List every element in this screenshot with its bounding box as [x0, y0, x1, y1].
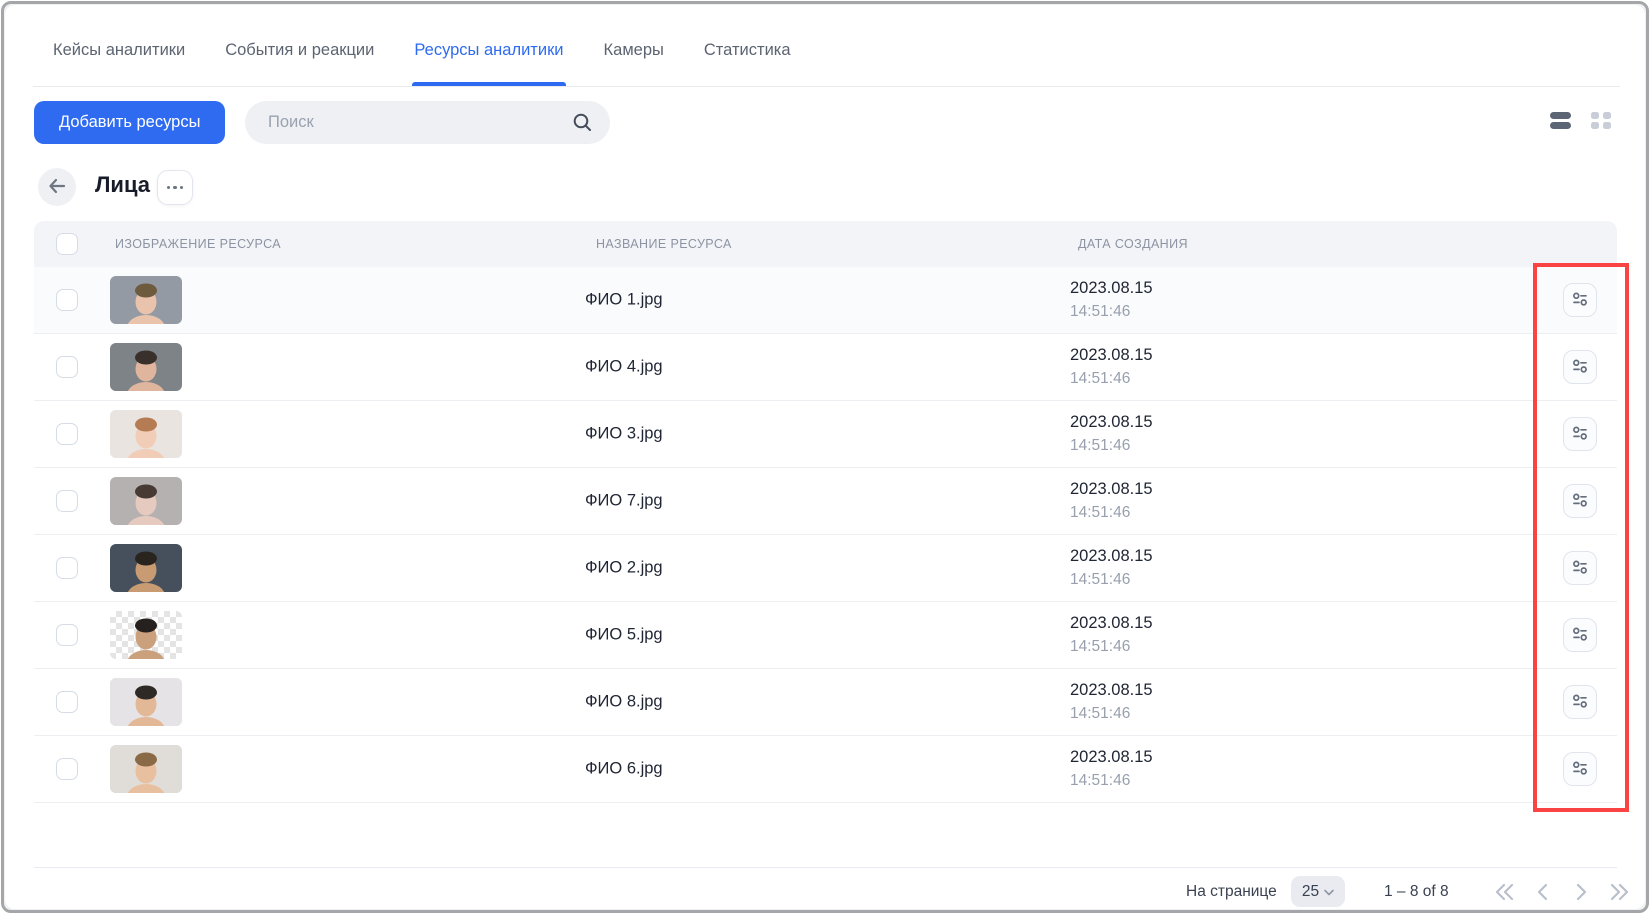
- resource-date: 2023.08.15: [1070, 547, 1153, 565]
- resource-time: 14:51:46: [1070, 571, 1130, 588]
- resource-name: ФИО 7.jpg: [585, 492, 663, 511]
- annotation-rectangle: [1533, 263, 1629, 812]
- tab-bar: Кейсы аналитики События и реакции Ресурсы …: [53, 40, 791, 60]
- table-row: ФИО 7.jpg 2023.08.15 14:51:46: [34, 468, 1617, 535]
- grid-view-icon[interactable]: [1591, 112, 1611, 129]
- tab-analytics-cases[interactable]: Кейсы аналитики: [53, 40, 185, 60]
- arrow-left-icon: [46, 175, 68, 200]
- row-checkbox[interactable]: [56, 423, 78, 445]
- resource-time: 14:51:46: [1070, 638, 1130, 655]
- resource-name: ФИО 5.jpg: [585, 626, 663, 645]
- resource-date: 2023.08.15: [1070, 681, 1153, 699]
- resource-thumbnail: [110, 678, 182, 726]
- resources-table: ИЗОБРАЖЕНИЕ РЕСУРСА НАЗВАНИЕ РЕСУРСА ДАТ…: [34, 221, 1617, 803]
- tab-statistics[interactable]: Статистика: [704, 40, 791, 60]
- resource-thumbnail: [110, 745, 182, 793]
- row-checkbox[interactable]: [56, 691, 78, 713]
- resource-time: 14:51:46: [1070, 303, 1130, 320]
- per-page-label: На странице: [1186, 883, 1277, 901]
- chevron-left-icon: [1536, 882, 1550, 902]
- column-header-date: ДАТА СОЗДАНИЯ: [1078, 237, 1188, 251]
- tab-cameras[interactable]: Камеры: [604, 40, 664, 60]
- chevron-right-icon: [1574, 882, 1588, 902]
- pagination-range: 1 – 8 of 8: [1384, 883, 1449, 901]
- resource-created: 2023.08.15 14:51:46: [1070, 612, 1153, 658]
- column-header-image: ИЗОБРАЖЕНИЕ РЕСУРСА: [115, 237, 281, 251]
- first-page-button[interactable]: [1490, 877, 1520, 907]
- search-icon[interactable]: [572, 112, 593, 138]
- footer-divider: [34, 867, 1617, 868]
- resource-date: 2023.08.15: [1070, 346, 1153, 364]
- previous-page-button[interactable]: [1528, 877, 1558, 907]
- resource-date: 2023.08.15: [1070, 279, 1153, 297]
- resource-name: ФИО 6.jpg: [585, 760, 663, 779]
- resource-date: 2023.08.15: [1070, 748, 1153, 766]
- table-row: ФИО 4.jpg 2023.08.15 14:51:46: [34, 334, 1617, 401]
- per-page-select[interactable]: 25: [1291, 876, 1345, 907]
- double-chevron-left-icon: [1494, 882, 1516, 902]
- back-button[interactable]: [38, 168, 76, 206]
- resource-thumbnail: [110, 611, 182, 659]
- row-checkbox[interactable]: [56, 557, 78, 579]
- pagination-controls: [1490, 877, 1634, 907]
- resource-date: 2023.08.15: [1070, 480, 1153, 498]
- last-page-button[interactable]: [1604, 877, 1634, 907]
- resource-time: 14:51:46: [1070, 504, 1130, 521]
- resource-time: 14:51:46: [1070, 772, 1130, 789]
- resource-thumbnail: [110, 276, 182, 324]
- column-header-name: НАЗВАНИЕ РЕСУРСА: [596, 237, 732, 251]
- resource-thumbnail: [110, 343, 182, 391]
- table-row: ФИО 3.jpg 2023.08.15 14:51:46: [34, 401, 1617, 468]
- table-row: ФИО 2.jpg 2023.08.15 14:51:46: [34, 535, 1617, 602]
- add-resources-button[interactable]: Добавить ресурсы: [34, 101, 225, 144]
- row-checkbox[interactable]: [56, 490, 78, 512]
- row-checkbox[interactable]: [56, 758, 78, 780]
- next-page-button[interactable]: [1566, 877, 1596, 907]
- view-mode-toggles: [1550, 112, 1611, 129]
- resource-created: 2023.08.15 14:51:46: [1070, 344, 1153, 390]
- resource-created: 2023.08.15 14:51:46: [1070, 478, 1153, 524]
- resource-date: 2023.08.15: [1070, 413, 1153, 431]
- resource-name: ФИО 4.jpg: [585, 358, 663, 377]
- ellipsis-icon: [167, 186, 184, 190]
- page-title: Лица: [95, 172, 150, 198]
- row-checkbox[interactable]: [56, 624, 78, 646]
- table-row: ФИО 6.jpg 2023.08.15 14:51:46: [34, 736, 1617, 803]
- row-checkbox[interactable]: [56, 289, 78, 311]
- table-body: ФИО 1.jpg 2023.08.15 14:51:46 ФИО 4.jpg …: [34, 267, 1617, 803]
- chevron-down-icon: [1324, 883, 1334, 901]
- table-row: ФИО 1.jpg 2023.08.15 14:51:46: [34, 267, 1617, 334]
- row-checkbox[interactable]: [56, 356, 78, 378]
- resource-thumbnail: [110, 410, 182, 458]
- tab-bar-divider: [33, 86, 1620, 87]
- app-window: Кейсы аналитики События и реакции Ресурсы …: [0, 0, 1650, 914]
- double-chevron-right-icon: [1608, 882, 1630, 902]
- resource-name: ФИО 2.jpg: [585, 559, 663, 578]
- select-all-checkbox[interactable]: [56, 233, 78, 255]
- search-input[interactable]: [245, 101, 610, 144]
- resource-thumbnail: [110, 477, 182, 525]
- resource-name: ФИО 1.jpg: [585, 291, 663, 310]
- list-view-icon[interactable]: [1550, 112, 1571, 129]
- more-actions-button[interactable]: [157, 170, 193, 205]
- resource-name: ФИО 8.jpg: [585, 693, 663, 712]
- search-field: [245, 101, 610, 144]
- tab-analytics-resources[interactable]: Ресурсы аналитики: [414, 40, 563, 60]
- table-row: ФИО 8.jpg 2023.08.15 14:51:46: [34, 669, 1617, 736]
- resource-created: 2023.08.15 14:51:46: [1070, 679, 1153, 725]
- resource-created: 2023.08.15 14:51:46: [1070, 277, 1153, 323]
- per-page-value: 25: [1302, 883, 1319, 901]
- resource-date: 2023.08.15: [1070, 614, 1153, 632]
- table-row: ФИО 5.jpg 2023.08.15 14:51:46: [34, 602, 1617, 669]
- resource-thumbnail: [110, 544, 182, 592]
- tab-events-reactions[interactable]: События и реакции: [225, 40, 374, 60]
- resource-created: 2023.08.15 14:51:46: [1070, 411, 1153, 457]
- resource-name: ФИО 3.jpg: [585, 425, 663, 444]
- table-header-row: ИЗОБРАЖЕНИЕ РЕСУРСА НАЗВАНИЕ РЕСУРСА ДАТ…: [34, 221, 1617, 267]
- resource-time: 14:51:46: [1070, 370, 1130, 387]
- resource-time: 14:51:46: [1070, 437, 1130, 454]
- resource-created: 2023.08.15 14:51:46: [1070, 545, 1153, 591]
- resource-created: 2023.08.15 14:51:46: [1070, 746, 1153, 792]
- resource-time: 14:51:46: [1070, 705, 1130, 722]
